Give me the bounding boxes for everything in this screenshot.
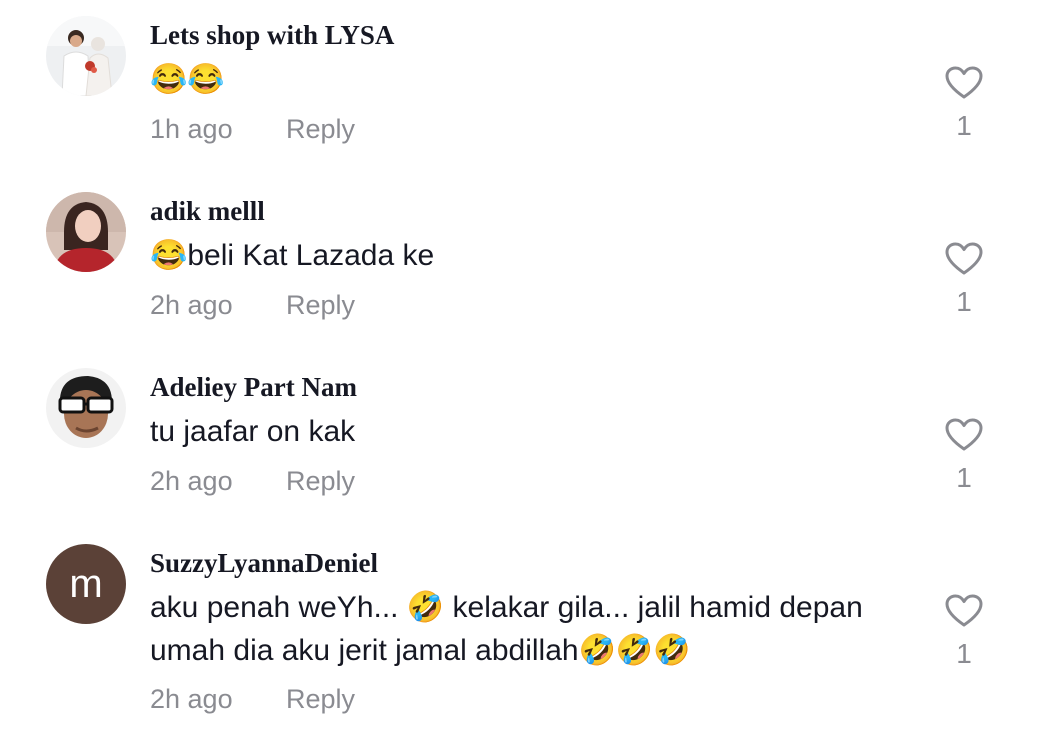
avatar[interactable]: m — [46, 544, 126, 624]
comment-username[interactable]: adik melll — [150, 196, 265, 227]
reply-button[interactable]: Reply — [286, 466, 355, 496]
reply-button[interactable]: Reply — [286, 290, 355, 320]
comment-meta: 2h ago Reply — [150, 290, 355, 321]
avatar[interactable] — [46, 192, 126, 272]
comment-meta: 2h ago Reply — [150, 684, 355, 715]
avatar-image — [46, 192, 126, 272]
comment-text: aku penah weYh... 🤣 kelakar gila... jali… — [150, 591, 863, 667]
reply-button[interactable]: Reply — [286, 114, 355, 144]
comment-username[interactable]: SuzzyLyannaDeniel — [150, 548, 378, 579]
like-control[interactable]: 1 — [938, 66, 990, 142]
comment-timestamp: 2h ago — [150, 684, 233, 714]
like-control[interactable]: 1 — [938, 418, 990, 494]
comment-timestamp: 2h ago — [150, 290, 233, 320]
comment-text: 😂beli Kat Lazada ke — [150, 239, 435, 272]
heart-outline-icon[interactable] — [945, 594, 983, 628]
like-count: 1 — [956, 286, 972, 317]
like-count: 1 — [956, 462, 972, 493]
like-count: 1 — [956, 638, 972, 669]
avatar[interactable] — [46, 368, 126, 448]
comment-timestamp: 2h ago — [150, 466, 233, 496]
heart-outline-icon[interactable] — [945, 418, 983, 452]
reply-button[interactable]: Reply — [286, 684, 355, 714]
comment-username[interactable]: Adeliey Part Nam — [150, 372, 357, 403]
avatar[interactable] — [46, 16, 126, 96]
heart-outline-icon[interactable] — [945, 66, 983, 100]
comment-text: tu jaafar on kak — [150, 415, 356, 448]
like-count: 1 — [956, 110, 972, 141]
comment-text: 😂😂 — [150, 63, 225, 96]
avatar-image — [46, 368, 126, 448]
comment-timestamp: 1h ago — [150, 114, 233, 144]
comment-username[interactable]: Lets shop with LYSA — [150, 20, 394, 51]
heart-outline-icon[interactable] — [945, 242, 983, 276]
comment-meta: 1h ago Reply — [150, 114, 355, 145]
avatar-image — [46, 16, 126, 96]
like-control[interactable]: 1 — [938, 594, 990, 670]
comment-meta: 2h ago Reply — [150, 466, 355, 497]
like-control[interactable]: 1 — [938, 242, 990, 318]
